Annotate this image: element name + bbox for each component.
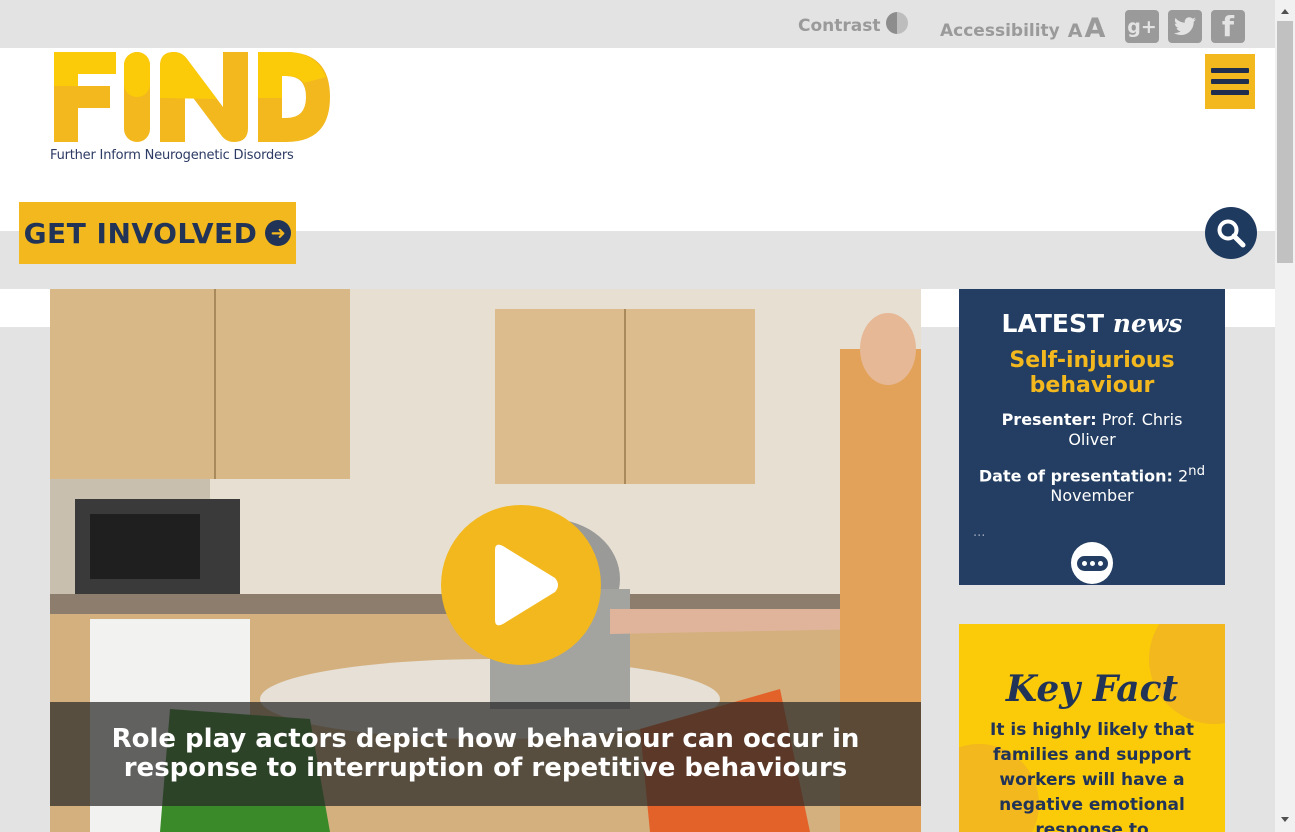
- key-fact-title: Key Fact: [1005, 668, 1179, 710]
- accessibility-label: Accessibility: [940, 21, 1060, 41]
- search-button[interactable]: [1205, 207, 1257, 259]
- latest-news-title-bold: LATEST: [1001, 309, 1105, 338]
- scroll-thumb[interactable]: [1277, 21, 1293, 263]
- play-icon: [495, 544, 558, 626]
- get-involved-button[interactable]: GET INVOLVED ➜: [19, 202, 296, 264]
- top-utility-bar: Contrast Accessibility A A g+ f: [0, 0, 1275, 48]
- text-size-large-icon[interactable]: A: [1084, 15, 1105, 42]
- accessibility-control[interactable]: Accessibility A A: [940, 14, 1105, 42]
- arrow-right-icon: ➜: [265, 220, 292, 246]
- contrast-toggle[interactable]: Contrast: [798, 12, 908, 36]
- contrast-icon: [885, 12, 908, 34]
- hamburger-bar: [1211, 79, 1249, 84]
- get-involved-label: GET INVOLVED: [23, 216, 258, 250]
- date-label: Date of presentation:: [978, 466, 1173, 486]
- key-fact-text: It is highly likely that families and su…: [990, 720, 1194, 832]
- google-plus-icon[interactable]: g+: [1125, 10, 1159, 43]
- twitter-icon[interactable]: [1168, 10, 1202, 43]
- latest-news-title: LATEST news: [959, 309, 1225, 338]
- news-ellipsis: ...: [973, 525, 986, 540]
- news-headline[interactable]: Self-injurious behaviour: [959, 348, 1225, 398]
- news-presenter: Presenter: Prof. Chris Oliver: [959, 410, 1225, 450]
- video-caption: Role play actors depict how behaviour ca…: [50, 702, 921, 806]
- date-suffix: nd: [1188, 464, 1206, 479]
- text-size-small-icon[interactable]: A: [1068, 22, 1083, 41]
- news-date: Date of presentation: 2nd November: [959, 462, 1225, 506]
- hamburger-bar: [1211, 90, 1249, 95]
- key-fact-panel: Key Fact It is highly likely that famili…: [959, 624, 1225, 832]
- more-icon: [1076, 555, 1108, 571]
- facebook-icon[interactable]: f: [1211, 10, 1245, 43]
- featured-video[interactable]: Role play actors depict how behaviour ca…: [50, 289, 921, 832]
- scroll-down-arrow-icon[interactable]: [1281, 817, 1289, 822]
- latest-news-title-script: news: [1112, 309, 1183, 338]
- hamburger-icon: [1211, 68, 1249, 73]
- date-day: 2: [1177, 466, 1189, 486]
- logo-tagline: Further Inform Neurogenetic Disorders: [50, 148, 294, 163]
- latest-news-panel: LATEST news Self-injurious behaviour Pre…: [959, 289, 1225, 585]
- page-scrollbar[interactable]: [1275, 0, 1295, 832]
- search-icon: [1217, 219, 1246, 248]
- contrast-label: Contrast: [798, 16, 881, 36]
- hamburger-menu-button[interactable]: [1205, 54, 1255, 109]
- news-more-button[interactable]: [1071, 542, 1113, 584]
- scroll-up-arrow-icon[interactable]: [1281, 9, 1289, 14]
- play-button[interactable]: [441, 505, 601, 665]
- presenter-label: Presenter:: [1001, 410, 1097, 429]
- date-month: November: [1050, 486, 1134, 506]
